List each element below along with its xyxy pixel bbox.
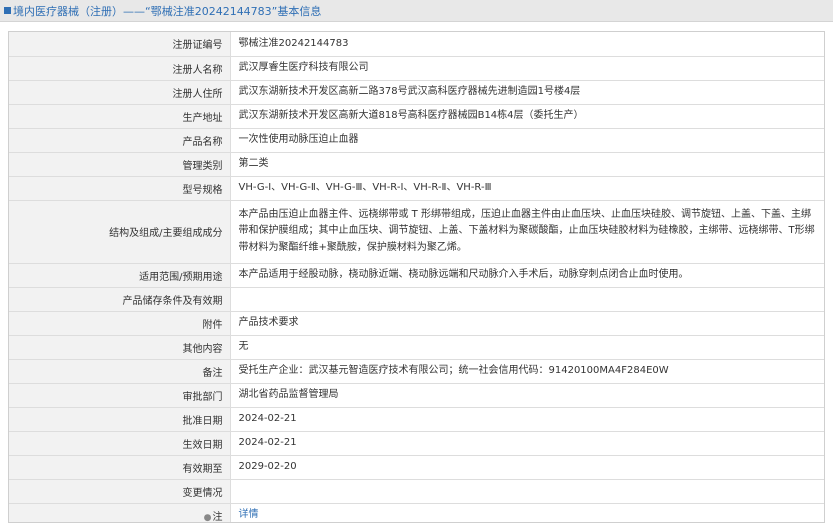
table-row: 备注 受托生产企业：武汉基元智造医疗技术有限公司；统一社会信用代码：9142010…: [9, 359, 824, 384]
field-label: 生效日期: [9, 431, 231, 456]
field-label: 附件: [9, 311, 231, 336]
field-label: 批准日期: [9, 407, 231, 432]
field-value: 鄂械注准20242144783: [230, 32, 824, 57]
field-label: 注册证编号: [9, 32, 231, 57]
table-row: 适用范围/预期用途 本产品适用于经股动脉，桡动脉近端、桡动脉远端和尺动脉介入手术后…: [9, 263, 824, 288]
note-label: 注: [212, 511, 223, 523]
field-value: 无: [230, 335, 824, 360]
field-label: 审批部门: [9, 383, 231, 408]
details-link[interactable]: 详情: [239, 509, 259, 520]
table-row: 注册人住所 武汉东湖新技术开发区高新二路378号武汉高科医疗器械先进制造园1号楼4…: [9, 80, 824, 105]
table-row: 生产地址 武汉东湖新技术开发区高新大道818号高科医疗器械园B14栋4层（委托生产…: [9, 104, 824, 129]
table-row: 产品名称 一次性使用动脉压迫止血器: [9, 128, 824, 153]
field-label: 备注: [9, 359, 231, 384]
note-row: ●注 详情: [9, 503, 824, 523]
field-label: 产品储存条件及有效期: [9, 287, 231, 312]
table-row: 有效期至 2029-02-20: [9, 455, 824, 480]
field-label: 管理类别: [9, 152, 231, 177]
field-value: [230, 479, 824, 504]
field-value: 2024-02-21: [230, 431, 824, 456]
table-row: 管理类别 第二类: [9, 152, 824, 177]
field-value: 武汉厚睿生医疗科技有限公司: [230, 56, 824, 81]
field-value: 湖北省药品监督管理局: [230, 383, 824, 408]
table-row: 产品储存条件及有效期: [9, 287, 824, 312]
field-value: [230, 287, 824, 312]
table-row: 附件 产品技术要求: [9, 311, 824, 336]
field-label: 生产地址: [9, 104, 231, 129]
table-row: 其他内容无: [9, 335, 824, 360]
field-label: 变更情况: [9, 479, 231, 504]
table-row: 生效日期 2024-02-21: [9, 431, 824, 456]
page-header: 境内医疗器械（注册）——“鄂械注准20242144783”基本信息: [0, 0, 833, 22]
table-row: 批准日期 2024-02-21: [9, 407, 824, 432]
field-label: 型号规格: [9, 176, 231, 201]
field-value: 武汉东湖新技术开发区高新大道818号高科医疗器械园B14栋4层（委托生产）: [230, 104, 824, 129]
table-row: 型号规格 VH-G-Ⅰ、VH-G-Ⅱ、VH-G-Ⅲ、VH-R-Ⅰ、VH-R-Ⅱ、V…: [9, 176, 824, 201]
field-value: 武汉东湖新技术开发区高新二路378号武汉高科医疗器械先进制造园1号楼4层: [230, 80, 824, 105]
field-label: 产品名称: [9, 128, 231, 153]
note-value-cell: 详情: [230, 503, 824, 522]
field-value: 产品技术要求: [230, 311, 824, 336]
note-label-cell: ●注: [9, 503, 231, 523]
pin-icon: ●: [203, 512, 212, 523]
table-row: 审批部门 湖北省药品监督管理局: [9, 383, 824, 408]
info-table-frame: 注册证编号 鄂械注准20242144783 注册人名称 武汉厚睿生医疗科技有限公司 注册…: [8, 31, 825, 523]
field-value: 本产品由压迫止血器主件、远桡绑带或 T 形绑带组成，压迫止血器主件由止血压块、止…: [230, 200, 824, 264]
field-label: 有效期至: [9, 455, 231, 480]
field-label: 适用范围/预期用途: [9, 263, 231, 288]
table-row: 注册证编号 鄂械注准20242144783: [9, 32, 824, 57]
table-row: 变更情况: [9, 479, 824, 504]
field-value: 一次性使用动脉压迫止血器: [230, 128, 824, 153]
field-label: 结构及组成/主要组成成分: [9, 200, 231, 264]
field-value: VH-G-Ⅰ、VH-G-Ⅱ、VH-G-Ⅲ、VH-R-Ⅰ、VH-R-Ⅱ、VH-R-…: [230, 176, 824, 201]
field-value: 本产品适用于经股动脉，桡动脉近端、桡动脉远端和尺动脉介入手术后，动脉穿刺点闭合止…: [230, 263, 824, 288]
table-row: 注册人名称 武汉厚睿生医疗科技有限公司: [9, 56, 824, 81]
table-row: 结构及组成/主要组成成分 本产品由压迫止血器主件、远桡绑带或 T 形绑带组成，压迫…: [9, 200, 824, 264]
info-table: 注册证编号 鄂械注准20242144783 注册人名称 武汉厚睿生医疗科技有限公司 注册…: [9, 32, 824, 523]
page-title: 境内医疗器械（注册）——“鄂械注准20242144783”基本信息: [13, 4, 322, 18]
field-value: 2029-02-20: [230, 455, 824, 480]
square-bullet-icon: [4, 7, 11, 14]
field-value: 受托生产企业：武汉基元智造医疗技术有限公司；统一社会信用代码：91420100M…: [230, 359, 824, 384]
field-value: 2024-02-21: [230, 407, 824, 432]
field-label: 其他内容: [9, 335, 231, 360]
field-label: 注册人住所: [9, 80, 231, 105]
field-label: 注册人名称: [9, 56, 231, 81]
field-value: 第二类: [230, 152, 824, 177]
